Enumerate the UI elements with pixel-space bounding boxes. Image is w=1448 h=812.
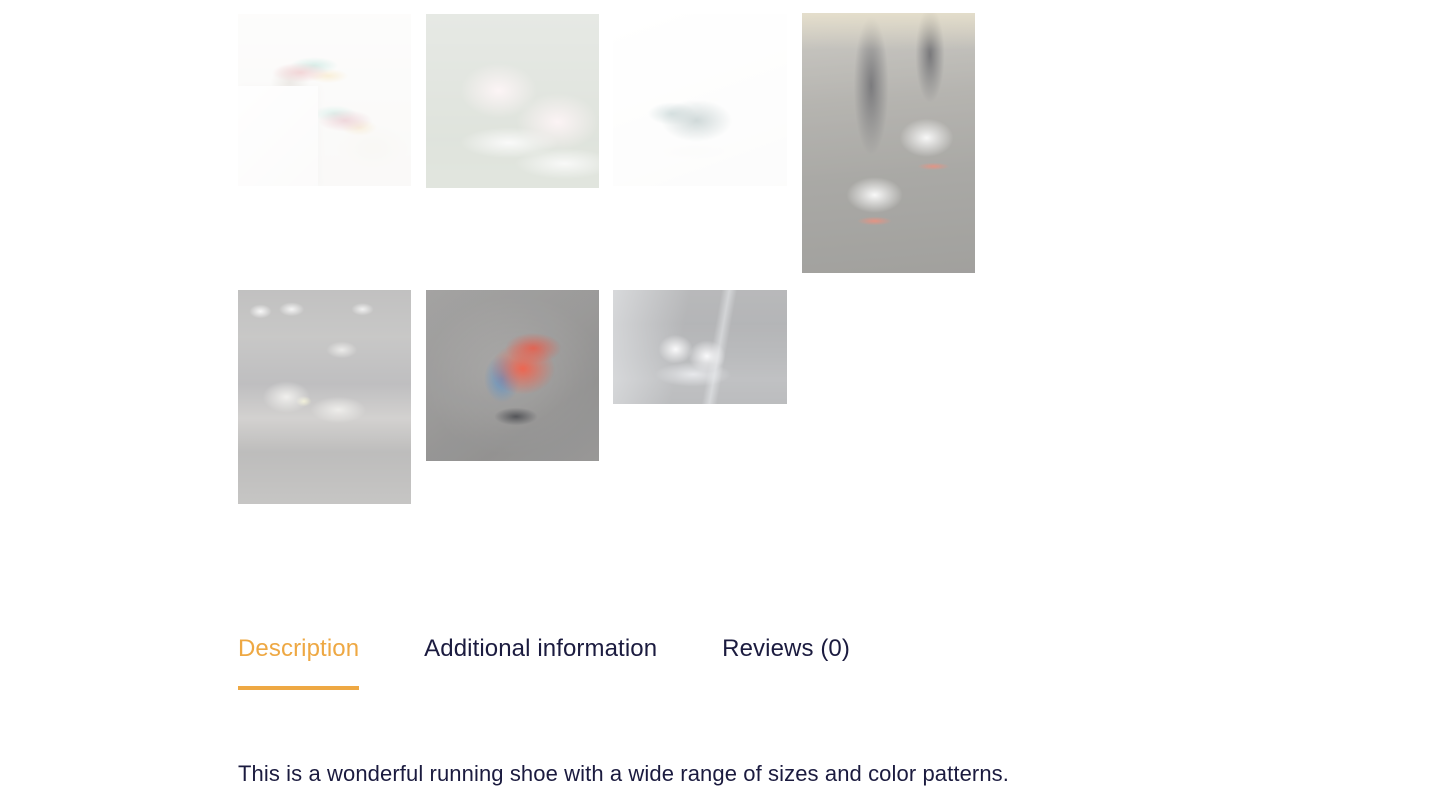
gallery-image-6-photo [426,290,599,461]
gallery-image-3-photo [613,14,787,186]
gallery-image-7-photo [613,290,787,404]
gallery-image-4[interactable] [802,13,975,273]
gallery-image-4-photo [802,13,975,273]
gallery-image-6[interactable] [426,290,599,461]
gallery-image-2-photo [426,14,599,188]
gallery-image-1-photo [238,14,411,186]
gallery-image-5-photo [238,290,411,504]
product-description-text: This is a wonderful running shoe with a … [238,761,1009,786]
product-detail-tabs: Description Additional information Reviews… [238,634,1238,690]
tab-description[interactable]: Description [238,634,360,690]
product-image-gallery [0,0,1448,600]
tab-reviews[interactable]: Reviews (0) [722,634,850,690]
gallery-image-3[interactable] [613,14,787,186]
gallery-image-5[interactable] [238,290,411,504]
tab-additional-information-label: Additional information [424,635,658,662]
gallery-image-1[interactable] [238,14,411,186]
description-tab-panel: This is a wonderful running shoe with a … [238,758,1338,790]
tab-description-label: Description [238,635,360,662]
tab-reviews-label: Reviews (0) [722,635,850,662]
tab-additional-information[interactable]: Additional information [424,634,657,690]
gallery-image-7[interactable] [613,290,787,404]
gallery-image-2[interactable] [426,14,599,188]
